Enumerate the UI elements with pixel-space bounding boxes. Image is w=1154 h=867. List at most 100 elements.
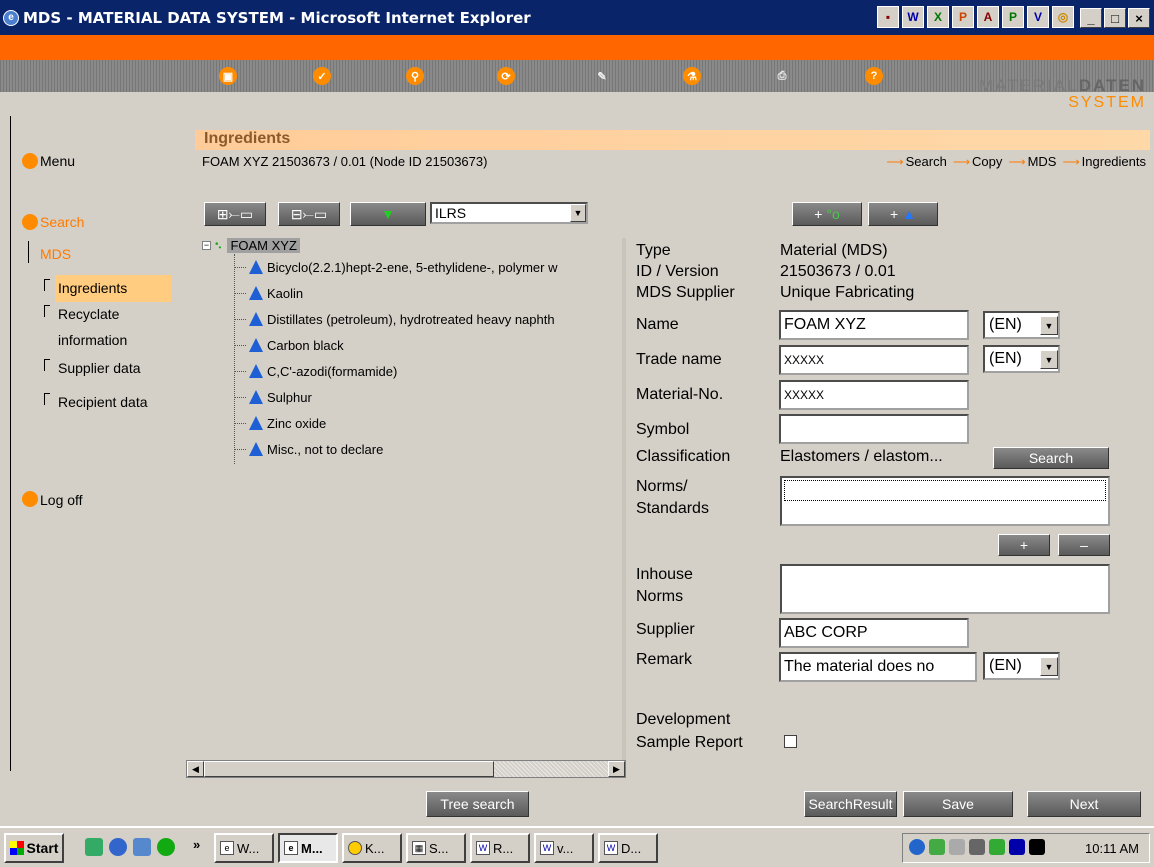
- sidebar-item-logoff[interactable]: Log off: [40, 492, 83, 508]
- search-icon[interactable]: ⚲: [406, 67, 424, 85]
- tree-item[interactable]: Zinc oxide: [234, 410, 557, 436]
- breadcrumb-copy[interactable]: Copy: [972, 154, 1002, 169]
- quicklaunch-more-icon[interactable]: »: [193, 837, 200, 852]
- media-quicklaunch-icon[interactable]: [157, 838, 175, 856]
- add-substance-button[interactable]: + ▲: [868, 202, 938, 226]
- filter-button[interactable]: ▼: [350, 202, 426, 226]
- sidebar-item-recipient-data[interactable]: Recipient data: [58, 389, 148, 416]
- dropdown-arrow-icon[interactable]: ▼: [1040, 657, 1058, 676]
- symbol-input[interactable]: [779, 414, 969, 444]
- app-icon-8[interactable]: ◎: [1052, 6, 1074, 28]
- ie-quicklaunch-icon[interactable]: [109, 838, 127, 856]
- taskbar-item[interactable]: W D...: [598, 833, 658, 863]
- taskbar: Start » e W... e M... K... ▦ S... W R... Wv.…: [0, 826, 1154, 867]
- name-input[interactable]: FOAM XYZ: [779, 310, 969, 340]
- tree-item[interactable]: Kaolin: [234, 280, 557, 306]
- excel-icon[interactable]: X: [927, 6, 949, 28]
- taskbar-item[interactable]: ▦ S...: [406, 833, 466, 863]
- app-icon-1[interactable]: ▪: [877, 6, 899, 28]
- collapse-node-icon[interactable]: −: [202, 241, 211, 250]
- tree-item[interactable]: Bicyclo(2.2.1)hept-2-ene, 5-ethylidene-,…: [234, 254, 557, 280]
- scroll-left-icon[interactable]: ◀: [187, 761, 204, 777]
- dropdown-arrow-icon[interactable]: ▼: [1040, 350, 1058, 369]
- dropdown-arrow-icon[interactable]: ▼: [570, 204, 586, 222]
- tray-antivirus-icon[interactable]: [1009, 839, 1025, 855]
- remove-norm-button[interactable]: –: [1058, 534, 1110, 556]
- tray-display-icon[interactable]: [969, 839, 985, 855]
- add-norm-button[interactable]: +: [998, 534, 1050, 556]
- trade-name-input[interactable]: XXXXX: [779, 345, 969, 375]
- check-icon[interactable]: ✓: [313, 67, 331, 85]
- breadcrumb-ingredients[interactable]: Ingredients: [1082, 154, 1146, 169]
- trade-name-language-select[interactable]: (EN) ▼: [983, 345, 1060, 373]
- tree-root-label[interactable]: FOAM XYZ: [227, 238, 300, 253]
- publisher-icon[interactable]: P: [1002, 6, 1024, 28]
- tree-item[interactable]: Carbon black: [234, 332, 557, 358]
- breadcrumb-mds[interactable]: MDS: [1028, 154, 1057, 169]
- expand-tree-button[interactable]: ⊞⤚▭: [204, 202, 266, 226]
- taskbar-item[interactable]: W R...: [470, 833, 530, 863]
- add-component-button[interactable]: + °o: [792, 202, 862, 226]
- tray-app-icon[interactable]: [929, 839, 945, 855]
- tray-network-icon[interactable]: [909, 839, 925, 855]
- remark-language-select[interactable]: (EN) ▼: [983, 652, 1060, 680]
- id-version-value: 21503673 / 0.01: [780, 263, 896, 280]
- tray-monitor-icon[interactable]: [989, 839, 1005, 855]
- tray-security-icon[interactable]: [1029, 839, 1045, 855]
- tree-panel[interactable]: − •• FOAM XYZ Bicyclo(2.2.1)hept-2-ene, …: [196, 238, 626, 760]
- collapse-tree-button[interactable]: ⊟⤚▭: [278, 202, 340, 226]
- save-icon[interactable]: ▣: [219, 67, 237, 85]
- norms-list-row[interactable]: [784, 480, 1106, 501]
- sidebar-item-recyclate-info[interactable]: information: [58, 327, 127, 354]
- tree-item[interactable]: Sulphur: [234, 384, 557, 410]
- link-icon[interactable]: ⟳: [497, 67, 515, 85]
- taskbar-item[interactable]: Wv...: [534, 833, 594, 863]
- start-button[interactable]: Start: [4, 833, 64, 863]
- scroll-thumb[interactable]: [204, 761, 494, 777]
- material-no-input[interactable]: XXXXX: [779, 380, 969, 410]
- word-icon[interactable]: W: [902, 6, 924, 28]
- norms-standards-list[interactable]: [780, 476, 1110, 526]
- sidebar-item-mds[interactable]: MDS: [40, 241, 71, 268]
- next-button[interactable]: Next: [1027, 791, 1141, 817]
- save-button[interactable]: Save: [903, 791, 1013, 817]
- minimize-button[interactable]: _: [1080, 8, 1102, 28]
- dev-sample-checkbox[interactable]: [784, 735, 797, 748]
- print-icon[interactable]: ⎙: [773, 67, 791, 85]
- help-icon[interactable]: ?: [865, 67, 883, 85]
- inhouse-norms-list[interactable]: [780, 564, 1110, 614]
- outlook-quicklaunch-icon[interactable]: [133, 838, 151, 856]
- taskbar-item[interactable]: K...: [342, 833, 402, 863]
- scroll-right-icon[interactable]: ▶: [608, 761, 625, 777]
- maximize-button[interactable]: □: [1104, 8, 1126, 28]
- tree-root[interactable]: − •• FOAM XYZ: [202, 238, 300, 253]
- access-icon[interactable]: A: [977, 6, 999, 28]
- sidebar-item-supplier-data[interactable]: Supplier data: [58, 355, 141, 382]
- supplier-input[interactable]: ABC CORP: [779, 618, 969, 648]
- search-result-button[interactable]: SearchResult: [804, 791, 897, 817]
- close-button[interactable]: ×: [1128, 8, 1150, 28]
- sidebar-item-search[interactable]: Search: [40, 214, 84, 230]
- show-desktop-icon[interactable]: [85, 838, 103, 856]
- tree-item[interactable]: Distillates (petroleum), hydrotreated he…: [234, 306, 557, 332]
- classification-search-button[interactable]: Search: [993, 447, 1109, 469]
- tree-horizontal-scrollbar[interactable]: ◀ ▶: [186, 760, 626, 778]
- remark-input[interactable]: The material does no: [779, 652, 977, 682]
- tree-item[interactable]: Misc., not to declare: [234, 436, 557, 462]
- sidebar-item-recyclate[interactable]: Recyclate: [58, 301, 119, 328]
- sidebar-item-menu[interactable]: Menu: [40, 153, 75, 169]
- taskbar-item[interactable]: e W...: [214, 833, 274, 863]
- dropdown-arrow-icon[interactable]: ▼: [1040, 316, 1058, 335]
- sidebar-item-ingredients[interactable]: Ingredients: [55, 275, 171, 302]
- tree-search-button[interactable]: Tree search: [426, 791, 529, 817]
- breadcrumb-search[interactable]: Search: [906, 154, 947, 169]
- app-icon-7[interactable]: V: [1027, 6, 1049, 28]
- flask-icon[interactable]: ⚗: [683, 67, 701, 85]
- powerpoint-icon[interactable]: P: [952, 6, 974, 28]
- taskbar-item-active[interactable]: e M...: [278, 833, 338, 863]
- pencil-icon[interactable]: ✎: [593, 67, 611, 85]
- name-language-select[interactable]: (EN) ▼: [983, 311, 1060, 339]
- tree-filter-select[interactable]: ILRS ▼: [430, 202, 588, 224]
- tray-volume-icon[interactable]: [949, 839, 965, 855]
- tree-item[interactable]: C,C'-azodi(formamide): [234, 358, 557, 384]
